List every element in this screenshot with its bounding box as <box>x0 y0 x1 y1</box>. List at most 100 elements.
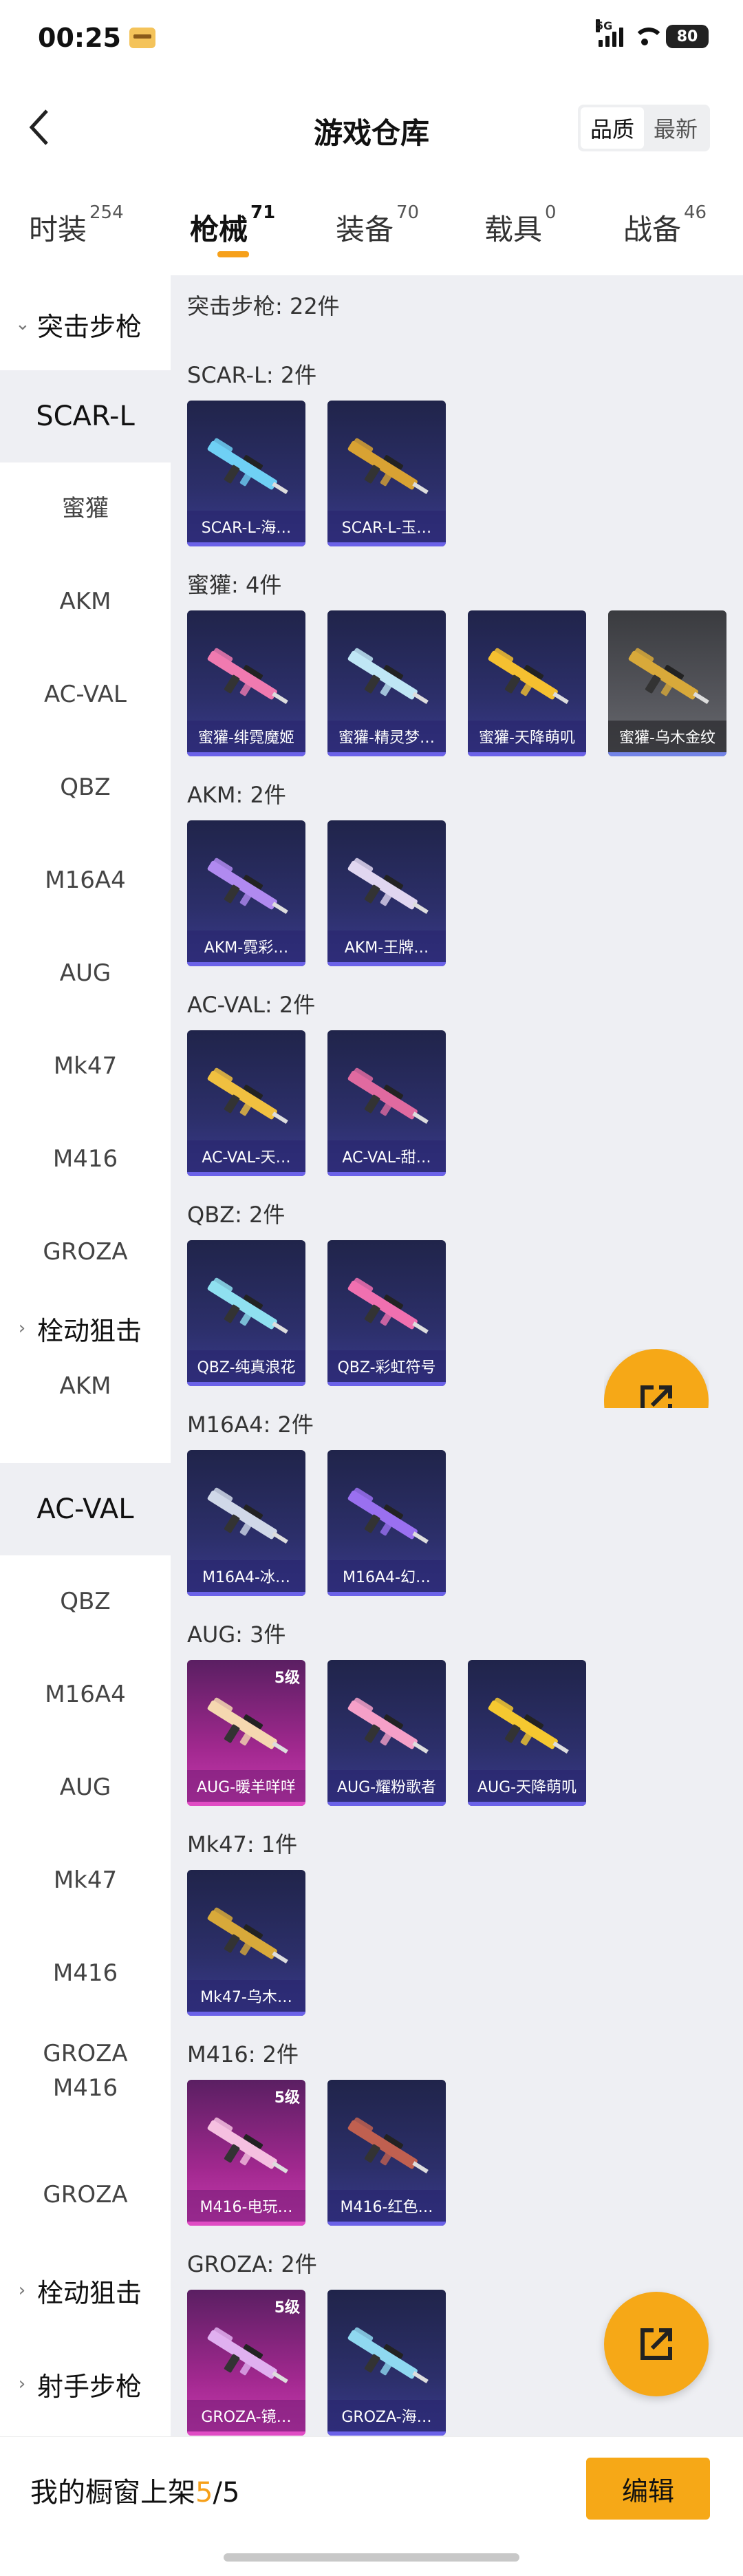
weapon-skin-card[interactable]: 5级 M416-电玩… <box>187 2080 305 2226</box>
status-bar: 00:25 5G 80 <box>0 0 743 76</box>
sidebar-item-akm[interactable]: AKM <box>0 1356 171 1418</box>
rarity-bar <box>187 2012 305 2016</box>
rarity-bar <box>187 752 305 756</box>
sidebar-item-scar-l[interactable]: SCAR-L <box>0 370 171 462</box>
rifle-icon <box>207 1907 288 1964</box>
section-label: GROZA: 2件 <box>187 2251 317 2277</box>
weapon-skin-card[interactable]: SCAR-L-海… <box>187 401 305 546</box>
weapon-skin-card[interactable]: QBZ-彩虹符号 <box>327 1240 446 1386</box>
weapon-skin-card[interactable]: AUG-天降萌叽 <box>468 1660 586 1806</box>
tab-vehicles[interactable]: 载具 0 <box>484 202 557 248</box>
weapon-skin-card[interactable]: 蜜獾-天降萌叽 <box>468 610 586 756</box>
sidebar-item-m416[interactable]: M416 <box>0 2072 171 2106</box>
battery-level: 80 <box>676 28 698 45</box>
sidebar-item-m416[interactable]: M416 <box>0 1927 171 2020</box>
sidebar-item-qbz[interactable]: QBZ <box>0 1555 171 1648</box>
rarity-bar <box>327 1592 446 1596</box>
sidebar-item-groza[interactable]: GROZA <box>0 1206 171 1299</box>
chevron-right-icon: › <box>18 2374 26 2394</box>
tab-count: 71 <box>250 202 276 223</box>
sort-by-latest-button[interactable]: 最新 <box>644 107 707 149</box>
sidebar-item-mk47[interactable]: Mk47 <box>0 1020 171 1113</box>
weapon-skin-card[interactable]: 5级 AUG-暖羊咩咩 <box>187 1660 305 1806</box>
weapon-skin-card[interactable]: AKM-霓彩… <box>187 820 305 966</box>
weapon-skin-card[interactable]: M416-红色… <box>327 2080 446 2226</box>
showcase-count: 5 <box>195 2477 213 2509</box>
rifle-icon <box>347 1697 429 1754</box>
sidebar-item-m16a4[interactable]: M16A4 <box>0 1648 171 1741</box>
weapon-skin-name: AUG-暖羊咩咩 <box>187 1770 305 1802</box>
showcase-status: 我的橱窗上架5/5 <box>30 2470 239 2510</box>
weapon-skin-card[interactable]: AC-VAL-甜… <box>327 1030 446 1176</box>
weapon-skin-card[interactable]: AC-VAL-天… <box>187 1030 305 1176</box>
sidebar-item-groza[interactable]: GROZA <box>0 2037 171 2072</box>
sidebar-group-dmr[interactable]: › 射手步枪 <box>0 2356 171 2412</box>
tab-fashion[interactable]: 时装 254 <box>29 202 124 248</box>
section-label: M416: 2件 <box>187 2041 299 2067</box>
weapon-skin-name: QBZ-纯真浪花 <box>187 1350 305 1382</box>
rarity-bar <box>187 2431 305 2436</box>
tab-count: 0 <box>545 202 557 223</box>
header: 游戏仓库 品质 最新 <box>0 76 743 179</box>
sidebar-group-assault-rifle[interactable]: ⌄ 突击步枪 <box>0 303 171 345</box>
battery-icon: 80 <box>666 25 709 48</box>
weapon-skin-card[interactable]: 蜜獾-精灵梦… <box>327 610 446 756</box>
rifle-icon <box>207 438 288 495</box>
edit-button[interactable]: 编辑 <box>586 2458 710 2520</box>
weapon-skin-card[interactable]: AUG-耀粉歌者 <box>327 1660 446 1806</box>
rifle-icon <box>207 1487 288 1544</box>
weapon-skin-card[interactable]: Mk47-乌木… <box>187 1870 305 2016</box>
sidebar-item-ac-val[interactable]: AC-VAL <box>0 648 171 741</box>
weapon-skin-name: QBZ-彩虹符号 <box>327 1350 446 1382</box>
rarity-bar <box>327 2431 446 2436</box>
sidebar-group-bolt-action[interactable]: › 栓动狙击 <box>0 1301 171 1356</box>
sidebar-item-akm[interactable]: AKM <box>0 555 171 648</box>
tab-equipment[interactable]: 装备 70 <box>336 202 419 248</box>
share-fab-partial[interactable] <box>604 1349 709 1408</box>
rifle-icon <box>347 648 429 705</box>
weapon-skin-card[interactable]: SCAR-L-玉… <box>327 401 446 546</box>
sidebar-group-bolt-action-2[interactable]: › 栓动狙击 <box>0 2263 171 2318</box>
tab-firearms[interactable]: 枪械 71 <box>190 202 275 248</box>
sidebar-item-m16a4[interactable]: M16A4 <box>0 834 171 927</box>
sidebar-item-groza[interactable]: GROZA <box>0 2149 171 2242</box>
weapon-skin-card[interactable]: M16A4-冰… <box>187 1450 305 1596</box>
sidebar-item-m416[interactable]: M416 <box>0 1113 171 1206</box>
category-tabs: 时装 254 枪械 71 装备 70 载具 0 战备 46 <box>0 179 743 275</box>
weapon-skin-name: 蜜獾-绯霓魔姬 <box>187 721 305 752</box>
sidebar-item-aug[interactable]: AUG <box>0 927 171 1020</box>
sort-by-quality-button[interactable]: 品质 <box>581 107 644 149</box>
back-button[interactable] <box>19 107 61 148</box>
share-external-icon <box>640 1385 672 1408</box>
weapon-skin-card[interactable]: 蜜獾-乌木金纹 <box>608 610 726 756</box>
status-time: 00:25 <box>38 23 121 53</box>
weapon-skin-name: AC-VAL-甜… <box>327 1140 446 1172</box>
sidebar-item-honey-badger[interactable]: 蜜獾 <box>0 462 171 555</box>
tab-label: 装备 <box>336 213 394 246</box>
share-fab[interactable] <box>604 2292 709 2396</box>
rarity-bar <box>327 1172 446 1176</box>
weapon-skin-name: M416-电玩… <box>187 2190 305 2222</box>
weapon-skin-name: AUG-耀粉歌者 <box>327 1770 446 1802</box>
share-external-icon <box>640 2328 672 2360</box>
status-indicators: 5G 80 <box>596 19 709 48</box>
rarity-bar <box>327 1802 446 1806</box>
rifle-icon <box>488 648 569 705</box>
weapon-skin-card[interactable]: M16A4-幻… <box>327 1450 446 1596</box>
sidebar-item-mk47[interactable]: Mk47 <box>0 1834 171 1927</box>
weapon-skin-name: SCAR-L-海… <box>187 511 305 542</box>
showcase-label: 我的橱窗上架 <box>30 2477 195 2509</box>
weapon-skin-name: AKM-霓彩… <box>187 930 305 962</box>
sidebar-item-qbz[interactable]: QBZ <box>0 741 171 834</box>
tab-count: 46 <box>684 202 707 223</box>
weapon-skin-card[interactable]: GROZA-海… <box>327 2290 446 2436</box>
weapon-skin-card[interactable]: AKM-王牌… <box>327 820 446 966</box>
weapon-skin-card[interactable]: 蜜獾-绯霓魔姬 <box>187 610 305 756</box>
weapon-skin-card[interactable]: 5级 GROZA-镜… <box>187 2290 305 2436</box>
sidebar-item-aug[interactable]: AUG <box>0 1741 171 1834</box>
chevron-right-icon: › <box>18 2280 26 2301</box>
weapon-skin-name: AC-VAL-天… <box>187 1140 305 1172</box>
sidebar-item-ac-val[interactable]: AC-VAL <box>0 1463 171 1555</box>
tab-supplies[interactable]: 战备 46 <box>623 202 707 248</box>
weapon-skin-card[interactable]: QBZ-纯真浪花 <box>187 1240 305 1386</box>
